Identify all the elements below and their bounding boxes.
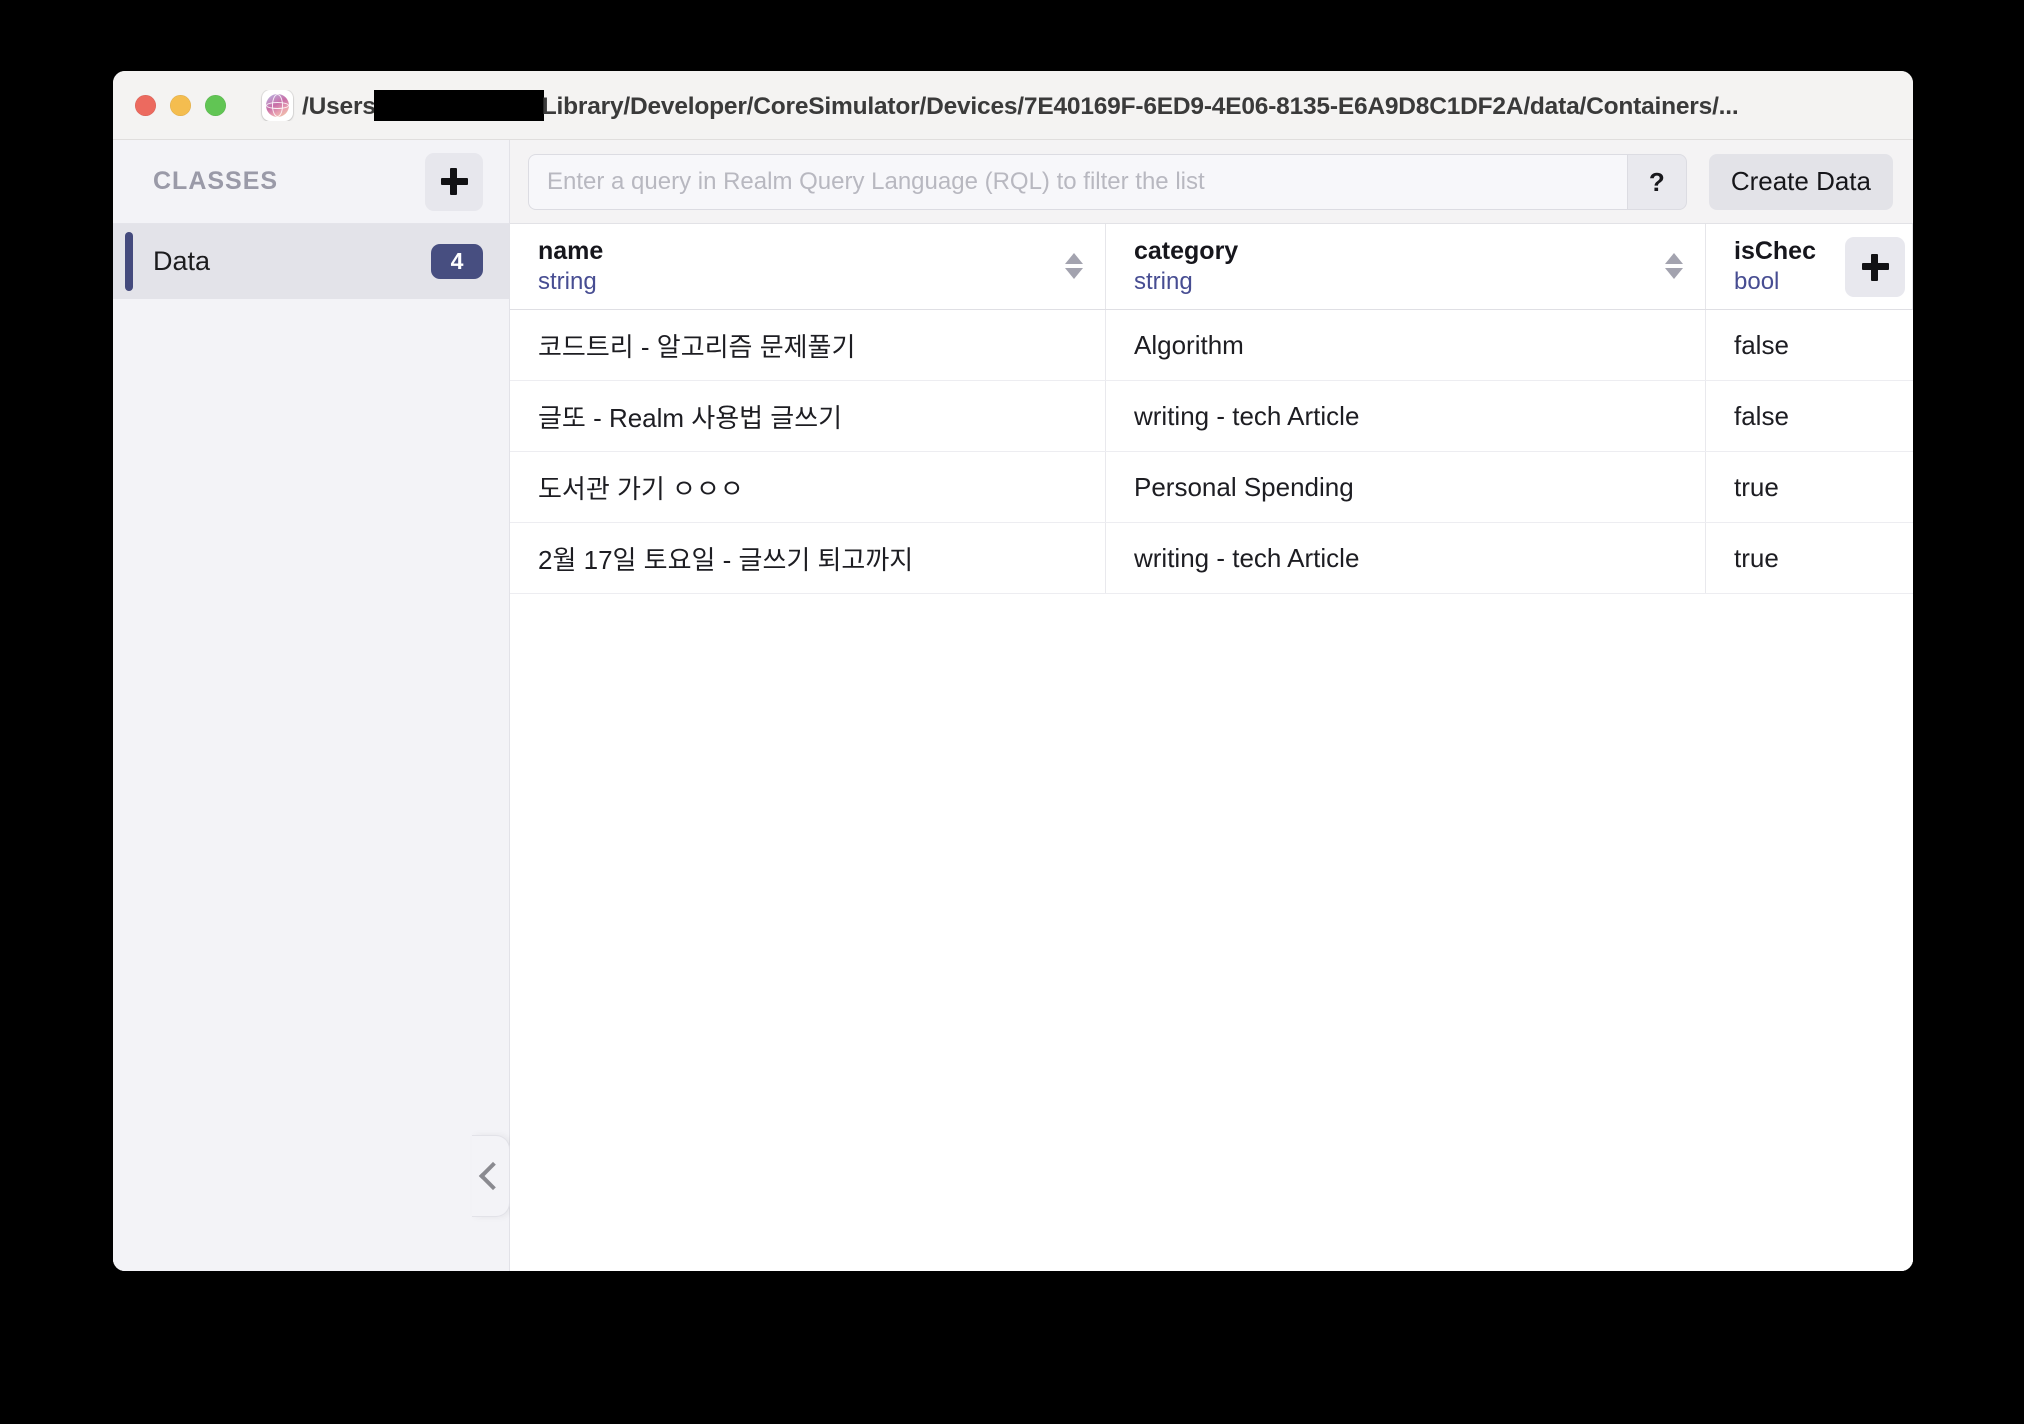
- column-header-category[interactable]: category string: [1106, 224, 1706, 309]
- window-title: /Users Library/Developer/CoreSimulator/De…: [302, 89, 1739, 121]
- cell-name[interactable]: 2월 17일 토요일 - 글쓰기 퇴고까지: [510, 523, 1106, 593]
- sidebar-item-data[interactable]: Data 4: [113, 224, 509, 299]
- cell-category[interactable]: writing - tech Article: [1106, 381, 1706, 451]
- column-header-category-type: string: [1134, 267, 1193, 295]
- table-row[interactable]: 2월 17일 토요일 - 글쓰기 퇴고까지 writing - tech Art…: [510, 523, 1913, 594]
- sidebar-title: CLASSES: [153, 167, 279, 195]
- class-list: Data 4: [113, 224, 509, 299]
- window-title-prefix: /Users: [302, 92, 376, 120]
- collapse-sidebar-button[interactable]: [472, 1135, 510, 1217]
- add-property-button[interactable]: [1845, 237, 1905, 297]
- traffic-light-group: [113, 94, 226, 116]
- cell-name[interactable]: 글또 - Realm 사용법 글쓰기: [510, 381, 1106, 451]
- cell-ischecked[interactable]: false: [1706, 310, 1913, 380]
- close-window-button[interactable]: [135, 94, 156, 116]
- column-header-name[interactable]: name string: [510, 224, 1106, 309]
- query-toolbar: ? Create Data: [510, 140, 1913, 224]
- class-item-count-badge: 4: [431, 244, 483, 279]
- add-class-button[interactable]: [425, 152, 483, 211]
- window-body: CLASSES Data 4 ?: [113, 140, 1913, 1271]
- query-help-button[interactable]: ?: [1626, 153, 1687, 210]
- window-title-area: /Users Library/Developer/CoreSimulator/De…: [226, 89, 1913, 121]
- class-item-label: Data: [153, 246, 211, 276]
- maximize-window-button[interactable]: [205, 94, 226, 116]
- sort-toggle-category-icon[interactable]: [1665, 251, 1683, 281]
- main-content: ? Create Data name string: [510, 140, 1913, 1271]
- plus-icon: [440, 168, 468, 195]
- cell-name[interactable]: 코드트리 - 알고리즘 문제풀기: [510, 310, 1106, 380]
- query-input-group: ?: [528, 153, 1687, 210]
- table-row[interactable]: 코드트리 - 알고리즘 문제풀기 Algorithm false: [510, 310, 1913, 381]
- minimize-window-button[interactable]: [170, 94, 191, 116]
- data-table: name string category string isChec bool …: [510, 224, 1913, 1271]
- query-input[interactable]: [528, 153, 1627, 210]
- cell-category[interactable]: Algorithm: [1106, 310, 1706, 380]
- cell-ischecked[interactable]: true: [1706, 523, 1913, 593]
- table-row[interactable]: 글또 - Realm 사용법 글쓰기 writing - tech Articl…: [510, 381, 1913, 452]
- sidebar-header: CLASSES: [113, 140, 509, 224]
- redaction-bar: [373, 89, 544, 121]
- table-header-row: name string category string isChec bool: [510, 224, 1913, 310]
- realm-studio-icon: [262, 89, 293, 121]
- column-header-name-type: string: [538, 267, 597, 295]
- cell-ischecked[interactable]: false: [1706, 381, 1913, 451]
- window-title-suffix: Library/Developer/CoreSimulator/Devices/…: [541, 92, 1739, 120]
- cell-ischecked[interactable]: true: [1706, 452, 1913, 522]
- create-data-button[interactable]: Create Data: [1708, 153, 1893, 210]
- sort-toggle-name-icon[interactable]: [1065, 251, 1083, 281]
- table-row[interactable]: 도서관 가기 ㅇㅇㅇ Personal Spending true: [510, 452, 1913, 523]
- window-titlebar: /Users Library/Developer/CoreSimulator/De…: [113, 71, 1913, 140]
- cell-category[interactable]: Personal Spending: [1106, 452, 1706, 522]
- classes-sidebar: CLASSES Data 4: [113, 140, 510, 1271]
- column-header-name-label: name: [538, 236, 604, 265]
- app-window: /Users Library/Developer/CoreSimulator/De…: [113, 71, 1913, 1271]
- cell-category[interactable]: writing - tech Article: [1106, 523, 1706, 593]
- column-header-category-label: category: [1134, 236, 1239, 265]
- plus-icon: [1861, 253, 1889, 281]
- chevron-left-icon: [478, 1161, 508, 1191]
- cell-name[interactable]: 도서관 가기 ㅇㅇㅇ: [510, 452, 1106, 522]
